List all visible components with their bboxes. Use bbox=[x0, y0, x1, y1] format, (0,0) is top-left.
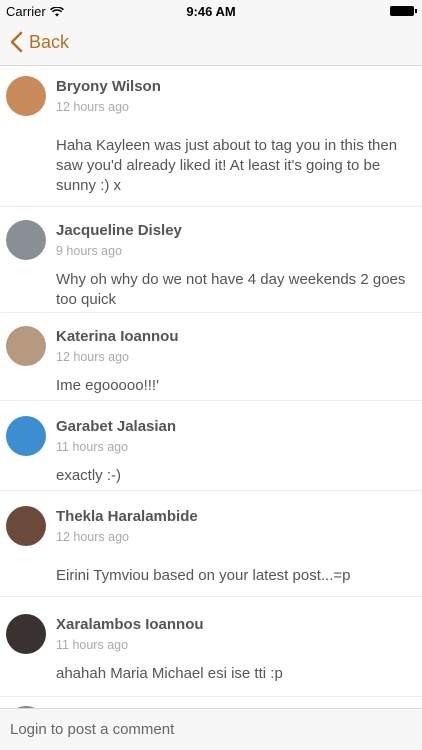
comment-time: 12 hours ago bbox=[56, 100, 129, 114]
chevron-left-icon bbox=[10, 31, 23, 53]
comment-author[interactable]: Jacqueline Disley bbox=[56, 222, 182, 239]
comment-author[interactable]: Katerina Ioannou bbox=[56, 328, 179, 345]
avatar[interactable] bbox=[6, 326, 46, 366]
comment-item: Thekla Haralambide 12 hours ago Eirini T… bbox=[0, 490, 422, 596]
divider bbox=[0, 696, 422, 697]
comment-item: Jacqueline Disley 9 hours ago Why oh why… bbox=[0, 206, 422, 312]
clock: 9:46 AM bbox=[186, 4, 236, 19]
comment-item: Xaralambos Ioannou 11 hours ago ahahah M… bbox=[0, 596, 422, 696]
comment-text: Haha Kayleen was just about to tag you i… bbox=[56, 137, 398, 194]
comment-item: Bryony Wilson 12 hours ago Haha Kayleen … bbox=[0, 66, 422, 206]
comment-author[interactable]: Xaralambos Ioannou bbox=[56, 616, 204, 633]
comment-text: Eirini Tymviou based on your latest post… bbox=[56, 567, 351, 584]
comment-item: Katerina Ioannou 12 hours ago Ime egoooo… bbox=[0, 312, 422, 400]
avatar[interactable] bbox=[6, 220, 46, 260]
navigation-bar: Back bbox=[0, 22, 422, 66]
comment-time: 12 hours ago bbox=[56, 350, 129, 364]
avatar[interactable] bbox=[6, 416, 46, 456]
comment-author[interactable]: Bryony Wilson bbox=[56, 78, 161, 95]
battery-icon bbox=[390, 6, 417, 16]
comment-author[interactable]: Thekla Haralambide bbox=[56, 508, 198, 525]
comment-composer[interactable]: Login to post a comment bbox=[0, 708, 422, 750]
comment-time: 12 hours ago bbox=[56, 530, 129, 544]
comment-item: Garabet Jalasian 11 hours ago exactly :-… bbox=[0, 400, 422, 490]
avatar[interactable] bbox=[6, 76, 46, 116]
status-bar: Carrier 9:46 AM bbox=[0, 0, 422, 22]
avatar[interactable] bbox=[6, 506, 46, 546]
comment-text: ahahah Maria Michael esi ise tti :p bbox=[56, 665, 283, 682]
comment-text: Ime egooooo!!!' bbox=[56, 377, 159, 394]
comment-time: 11 hours ago bbox=[56, 440, 129, 454]
back-label: Back bbox=[29, 31, 70, 52]
comment-text: Why oh why do we not have 4 day weekends… bbox=[56, 271, 406, 308]
back-button[interactable]: Back bbox=[10, 31, 69, 53]
comment-list[interactable]: Bryony Wilson 12 hours ago Haha Kayleen … bbox=[0, 66, 422, 708]
comment-text: exactly :-) bbox=[56, 467, 122, 484]
login-prompt[interactable]: Login to post a comment bbox=[10, 721, 174, 738]
comment-author[interactable]: Garabet Jalasian bbox=[56, 418, 176, 435]
comment-time: 9 hours ago bbox=[56, 244, 123, 258]
avatar[interactable] bbox=[6, 614, 46, 654]
comment-time: 11 hours ago bbox=[56, 638, 129, 652]
